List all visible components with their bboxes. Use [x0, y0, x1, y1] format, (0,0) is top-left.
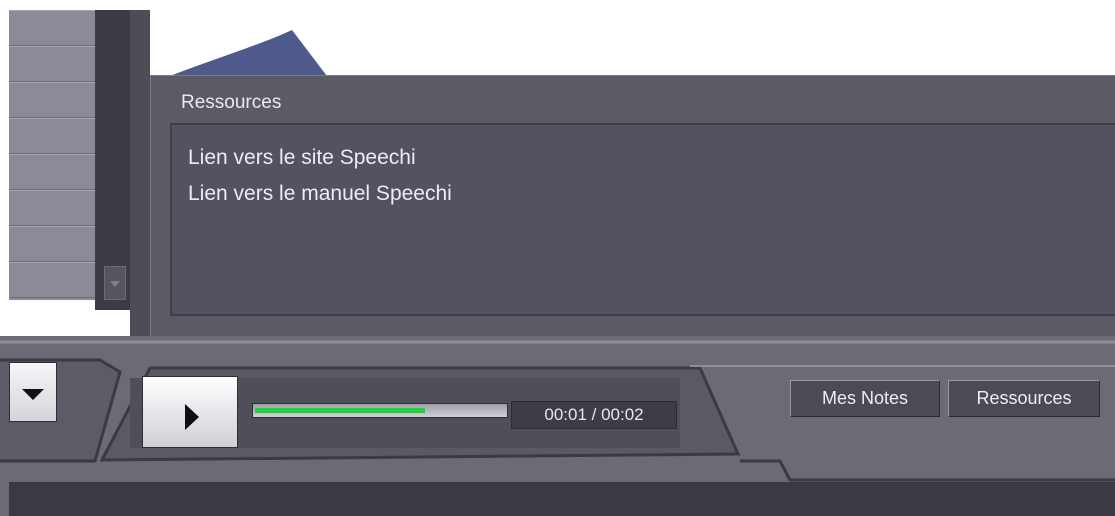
panel-title: Ressources: [181, 92, 282, 113]
progress-fill: [255, 408, 425, 413]
slide-decoration: [160, 30, 330, 80]
link-speechi-manual[interactable]: Lien vers le manuel Speechi: [188, 182, 452, 206]
list-item[interactable]: [9, 82, 95, 118]
chapter-dropdown-button[interactable]: [9, 362, 57, 422]
my-notes-button[interactable]: Mes Notes: [790, 380, 940, 417]
chevron-down-icon: [110, 281, 120, 287]
progress-bar[interactable]: [252, 403, 508, 418]
list-item[interactable]: [9, 226, 95, 262]
panel-divider: [130, 10, 150, 340]
chapter-list: [9, 10, 95, 300]
list-scrollbar[interactable]: [95, 10, 130, 310]
play-button[interactable]: [142, 376, 238, 448]
list-item[interactable]: [9, 10, 95, 46]
list-item[interactable]: [9, 46, 95, 82]
speechi-player-window: Ressources Lien vers le site Speechi Lie…: [0, 0, 1115, 516]
link-speechi-site[interactable]: Lien vers le site Speechi: [188, 146, 416, 170]
status-strip: [9, 482, 1115, 516]
resources-list: Lien vers le site Speechi Lien vers le m…: [170, 123, 1115, 316]
play-icon: [185, 404, 199, 430]
list-item[interactable]: [9, 118, 95, 154]
list-item[interactable]: [9, 262, 95, 298]
list-item[interactable]: [9, 190, 95, 226]
list-item[interactable]: [9, 154, 95, 190]
time-readout: 00:01 / 00:02: [511, 401, 677, 429]
resources-button[interactable]: Ressources: [948, 380, 1100, 417]
slide-shape: [160, 30, 330, 80]
scroll-down-button[interactable]: [104, 266, 126, 300]
resources-panel: Ressources Lien vers le site Speechi Lie…: [150, 75, 1115, 338]
chevron-down-icon: [22, 389, 44, 400]
